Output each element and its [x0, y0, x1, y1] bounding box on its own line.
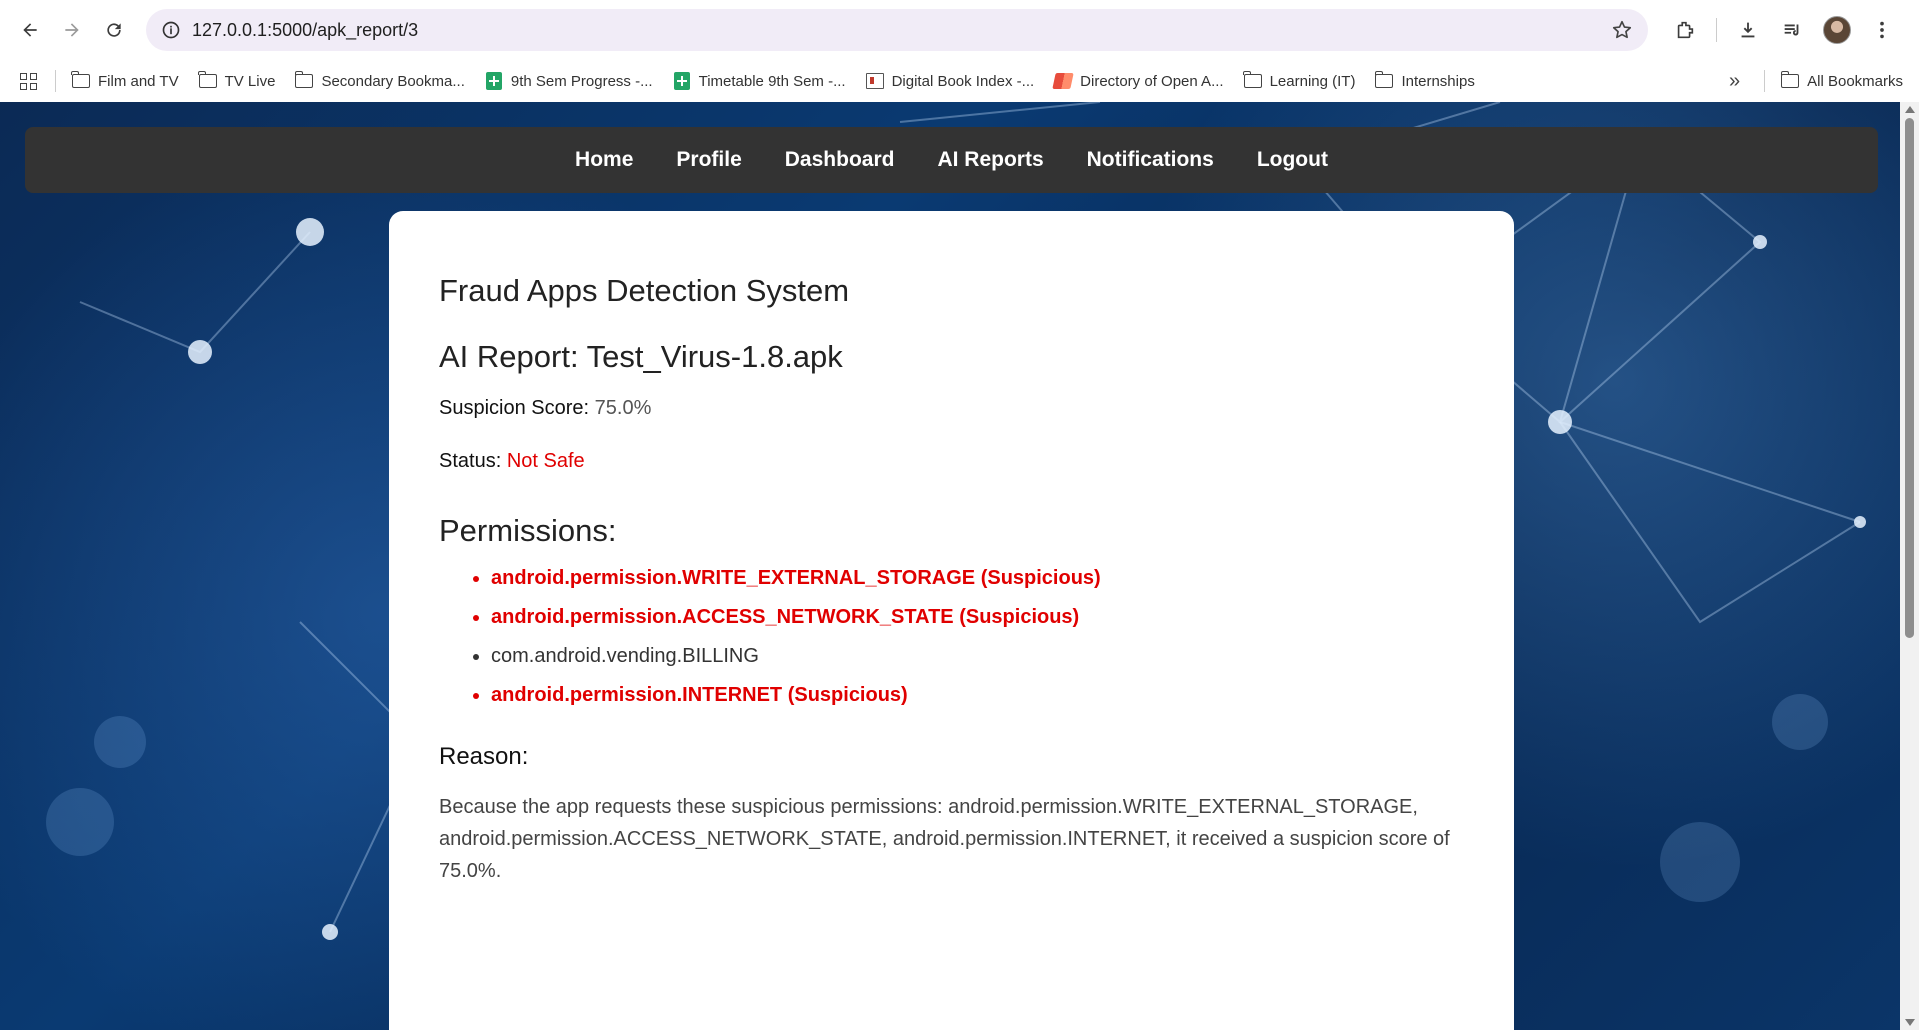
bookmark-digital-book-index[interactable]: Digital Book Index -... — [865, 72, 1035, 90]
all-bookmarks[interactable]: All Bookmarks — [1780, 71, 1903, 90]
browser-toolbar: 127.0.0.1:5000/apk_report/3 — [0, 0, 1919, 60]
bookmark-label: Learning (IT) — [1269, 72, 1356, 90]
bookmark-label: 9th Sem Progress -... — [510, 72, 653, 90]
status-label: Status: — [439, 450, 502, 472]
permissions-heading: Permissions: — [439, 513, 617, 548]
reason-heading: Reason: — [439, 743, 529, 770]
all-bookmarks-label: All Bookmarks — [1807, 72, 1903, 90]
permission-item: android.permission.INTERNET (Suspicious) — [491, 684, 1464, 707]
media-control-icon[interactable] — [1779, 17, 1805, 43]
bookmark-label: TV Live — [224, 72, 276, 90]
bookmark-label: Secondary Bookma... — [321, 72, 465, 90]
permission-item: android.permission.ACCESS_NETWORK_STATE … — [491, 606, 1464, 629]
system-title: Fraud Apps Detection System — [439, 273, 850, 308]
folder-icon — [1242, 71, 1262, 90]
bookmarks-bar: Film and TV TV Live Secondary Bookma... … — [0, 60, 1919, 102]
suspicion-score-label: Suspicion Score: — [439, 397, 590, 419]
bookmark-tv-live[interactable]: TV Live — [197, 71, 276, 90]
bookmark-label: Film and TV — [98, 72, 179, 90]
toolbar-divider — [1716, 18, 1717, 42]
bookmark-label: Internships — [1401, 72, 1475, 90]
bookmark-9th-sem-progress[interactable]: 9th Sem Progress -... — [485, 72, 653, 90]
nav-logout[interactable]: Logout — [1257, 148, 1328, 172]
extensions-icon[interactable] — [1672, 17, 1698, 43]
suspicion-score-row: Suspicion Score: 75.0% — [439, 397, 1464, 420]
folder-icon — [1374, 71, 1394, 90]
permission-item: android.permission.WRITE_EXTERNAL_STORAG… — [491, 567, 1464, 590]
bookmarks-divider — [55, 70, 56, 92]
nav-dashboard[interactable]: Dashboard — [785, 148, 895, 172]
folder-icon — [1780, 71, 1800, 90]
more-menu-icon[interactable] — [1869, 17, 1895, 43]
folder-icon — [197, 71, 217, 90]
nav-home[interactable]: Home — [575, 148, 633, 172]
bookmark-label: Directory of Open A... — [1080, 72, 1224, 90]
nav-profile[interactable]: Profile — [676, 148, 741, 172]
toolbar-actions — [1672, 16, 1895, 44]
bookmark-label: Digital Book Index -... — [891, 72, 1035, 90]
url-text[interactable]: 127.0.0.1:5000/apk_report/3 — [192, 20, 1610, 41]
bookmark-timetable[interactable]: Timetable 9th Sem -... — [673, 72, 846, 90]
red-book-icon — [1052, 72, 1074, 90]
reload-icon — [107, 23, 121, 37]
forward-button[interactable] — [54, 12, 90, 48]
sheets-icon — [485, 72, 503, 90]
status-badge: Not Safe — [506, 450, 585, 472]
main-navbar: Home Profile Dashboard AI Reports Notifi… — [25, 127, 1878, 193]
bookmark-internships[interactable]: Internships — [1374, 71, 1475, 90]
bookmarks-divider — [1764, 70, 1766, 92]
chevron-double-right-icon[interactable]: » — [1729, 70, 1740, 93]
permissions-list: android.permission.WRITE_EXTERNAL_STORAG… — [439, 567, 1464, 707]
apps-grid-icon[interactable] — [20, 72, 37, 90]
bookmark-secondary[interactable]: Secondary Bookma... — [294, 71, 465, 90]
page-background: Home Profile Dashboard AI Reports Notifi… — [0, 102, 1900, 1030]
site-info-icon[interactable] — [160, 19, 182, 41]
back-button[interactable] — [12, 12, 48, 48]
suspicion-score-value: 75.0% — [594, 397, 652, 419]
report-title: AI Report: Test_Virus-1.8.apk — [439, 339, 843, 374]
reason-text: Because the app requests these suspiciou… — [439, 796, 1450, 882]
folder-icon — [294, 71, 314, 90]
scrollbar-thumb[interactable] — [1905, 118, 1914, 638]
bookmark-label: Timetable 9th Sem -... — [698, 72, 846, 90]
nav-notifications[interactable]: Notifications — [1087, 148, 1214, 172]
report-card: Fraud Apps Detection System AI Report: T… — [389, 211, 1514, 1030]
bookmark-star-icon[interactable] — [1610, 18, 1634, 42]
bookmark-directory-of-open[interactable]: Directory of Open A... — [1052, 72, 1224, 90]
status-row: Status: Not Safe — [439, 450, 1464, 473]
nav-ai-reports[interactable]: AI Reports — [937, 148, 1043, 172]
permission-item: com.android.vending.BILLING — [491, 645, 1464, 668]
arrow-left-icon — [23, 23, 37, 37]
arrow-right-icon — [65, 23, 79, 37]
reload-button[interactable] — [96, 12, 132, 48]
bookmark-film-and-tv[interactable]: Film and TV — [71, 71, 179, 90]
scroll-up-icon[interactable] — [1905, 106, 1915, 113]
page-scrollbar[interactable] — [1900, 102, 1919, 1030]
sheets-icon — [673, 72, 691, 90]
book-icon — [865, 72, 884, 90]
bookmark-learning-it[interactable]: Learning (IT) — [1242, 71, 1356, 90]
browser-chrome: 127.0.0.1:5000/apk_report/3 Film and TV … — [0, 0, 1919, 102]
profile-avatar[interactable] — [1823, 16, 1851, 44]
folder-icon — [71, 71, 90, 90]
scroll-down-icon[interactable] — [1905, 1019, 1915, 1026]
address-bar[interactable]: 127.0.0.1:5000/apk_report/3 — [146, 9, 1648, 51]
download-icon[interactable] — [1735, 17, 1761, 43]
